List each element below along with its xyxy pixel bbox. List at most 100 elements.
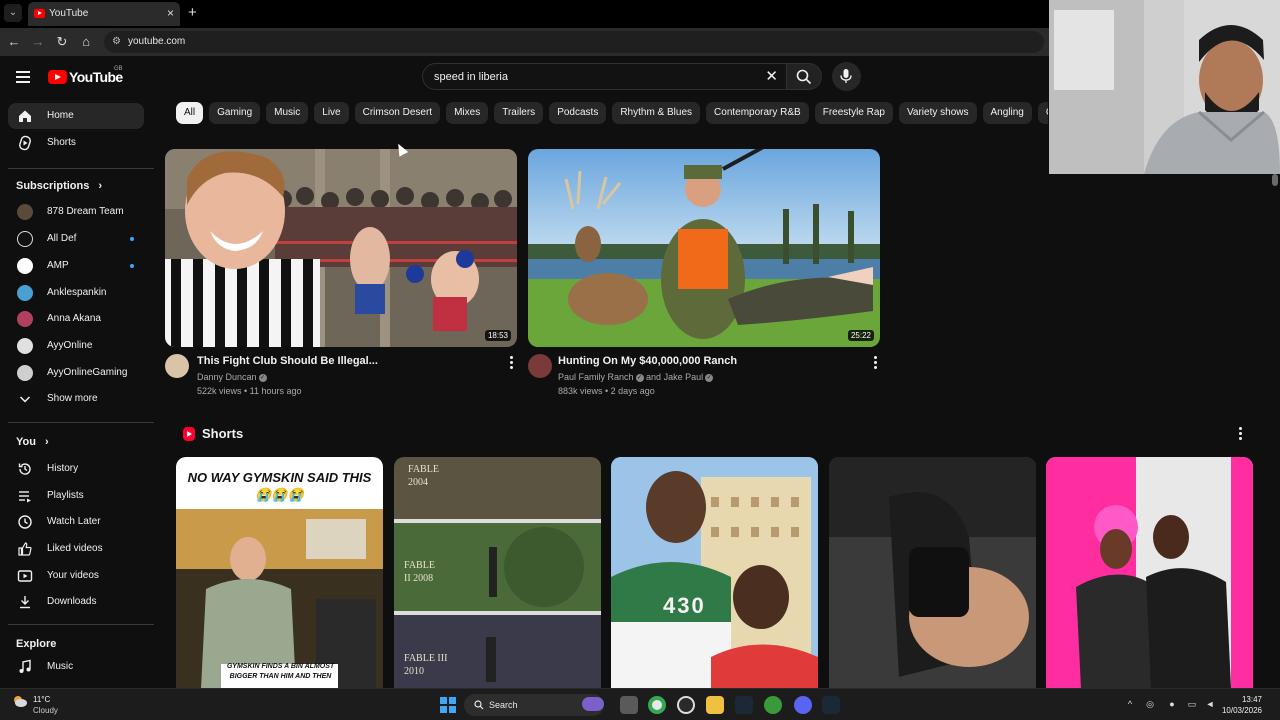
chip-music[interactable]: Music (266, 102, 309, 124)
sidebar-item-downloads[interactable]: Downloads (8, 589, 144, 615)
chrome-icon[interactable] (648, 696, 666, 714)
new-tab-button[interactable]: + (188, 4, 197, 22)
sidebar-item-music[interactable]: Music (8, 654, 144, 680)
channel-avatar[interactable] (165, 354, 189, 378)
short-card[interactable] (1046, 457, 1253, 688)
microphone-tray-icon[interactable]: ● (1166, 699, 1178, 710)
sidebar-item-subscription[interactable]: 878 Dream Team (8, 199, 144, 225)
sidebar-item-subscription[interactable]: Anklespankin (8, 280, 144, 306)
sidebar-item-subscription[interactable]: Anna Akana (8, 306, 144, 332)
collaborator-text: and Jake Paul (646, 372, 704, 382)
sidebar-divider (8, 422, 154, 423)
sidebar-item-subscription[interactable]: AyyOnline (8, 333, 144, 359)
shorts-icon (19, 135, 31, 151)
playlists-icon (19, 491, 31, 503)
thumbnail-image (165, 149, 517, 347)
network-tray-icon[interactable]: ◎ (1144, 699, 1156, 710)
guide-menu-icon[interactable] (16, 70, 32, 84)
short-card[interactable]: NO WAY GYMSKIN SAID THIS 😭😭😭 GYMSKIN FIN… (176, 457, 383, 688)
chip-angling[interactable]: Angling (982, 102, 1032, 124)
sidebar-item-liked-videos[interactable]: Liked videos (8, 536, 144, 562)
microphone-icon (840, 69, 852, 83)
search-highlight-icon[interactable] (582, 697, 604, 711)
more-actions-icon[interactable] (872, 356, 878, 370)
site-info-icon[interactable]: ⚙ (112, 36, 124, 48)
scrollbar-thumb[interactable] (1272, 174, 1278, 186)
chip-podcasts[interactable]: Podcasts (549, 102, 607, 124)
browser-tab-youtube[interactable]: YouTube × (28, 2, 180, 26)
forward-arrow-icon[interactable]: → (30, 34, 46, 50)
short-card[interactable]: FABLE 2004 FABLE II 2008 FABLE III 2010 (394, 457, 601, 688)
video-thumbnail[interactable]: 25:22 (528, 149, 880, 347)
short-card[interactable]: 430 (611, 457, 818, 688)
sidebar-item-subscription[interactable]: AMP (8, 253, 144, 279)
address-bar[interactable]: ⚙ youtube.com (104, 31, 1044, 53)
weather-temperature[interactable]: 11°C (33, 695, 50, 704)
steam-app-icon[interactable] (822, 696, 840, 714)
sidebar-item-subscription[interactable]: All Def (8, 226, 144, 252)
tab-close-button[interactable]: × (167, 6, 174, 20)
chip-rhythm-blues[interactable]: Rhythm & Blues (612, 102, 701, 124)
sidebar-item-watch-later[interactable]: Watch Later (8, 509, 144, 535)
more-actions-icon[interactable] (508, 356, 514, 370)
chip-crimson-desert[interactable]: Crimson Desert (354, 102, 441, 124)
chip-variety-shows[interactable]: Variety shows (898, 102, 977, 124)
show-hidden-icons-icon[interactable]: ^ (1124, 699, 1136, 710)
sidebar-item-label: 878 Dream Team (47, 206, 124, 217)
sidebar-item-subscription[interactable]: AyyOnlineGaming (8, 360, 144, 386)
clear-search-button[interactable]: ✕ (765, 68, 778, 85)
sidebar-item-label: Downloads (47, 596, 97, 607)
home-button-icon[interactable]: ⌂ (78, 34, 94, 50)
show-more-button[interactable]: Show more (8, 386, 144, 412)
page-scrollbar[interactable] (1270, 174, 1280, 688)
chip-partial[interactable]: Co (1037, 102, 1048, 124)
short-card[interactable] (829, 457, 1036, 688)
video-title[interactable]: Hunting On My $40,000,000 Ranch (558, 355, 737, 367)
sidebar-item-playlists[interactable]: Playlists (8, 483, 144, 509)
channel-avatar (17, 231, 33, 247)
sidebar-item-history[interactable]: History (8, 456, 144, 482)
youtube-logo[interactable]: YouTube GB (48, 66, 128, 86)
channel-avatar[interactable] (528, 354, 552, 378)
chip-live[interactable]: Live (314, 102, 349, 124)
sidebar-item-your-videos[interactable]: Your videos (8, 563, 144, 589)
reload-icon[interactable]: ↻ (54, 34, 70, 50)
chip-gaming[interactable]: Gaming (209, 102, 261, 124)
obs-icon[interactable] (677, 696, 695, 714)
video-title[interactable]: This Fight Club Should Be Illegal... (197, 355, 378, 367)
shorts-menu-icon[interactable] (1237, 427, 1243, 441)
search-button[interactable] (786, 63, 822, 90)
search-icon (796, 69, 812, 85)
chip-mixes[interactable]: Mixes (446, 102, 489, 124)
cloudy-weather-icon[interactable] (12, 694, 28, 708)
chip-freestyle-rap[interactable]: Freestyle Rap (814, 102, 893, 124)
chip-contemporary-rnb[interactable]: Contemporary R&B (706, 102, 809, 124)
windows-start-icon[interactable] (440, 697, 456, 713)
discord-icon[interactable] (794, 696, 812, 714)
xbox-icon[interactable] (764, 696, 782, 714)
back-arrow-icon[interactable]: ← (6, 34, 22, 50)
you-heading[interactable]: You › (16, 436, 49, 448)
filter-chip-bar: All Gaming Music Live Crimson Desert Mixes Tra… (176, 102, 1048, 124)
display-tray-icon[interactable]: ▭ (1186, 699, 1198, 710)
tab-search-menu-button[interactable]: ⌄ (4, 4, 22, 22)
taskbar-clock[interactable]: 13:47 10/03/2026 (1222, 694, 1262, 716)
chip-all[interactable]: All (176, 102, 204, 124)
task-view-icon[interactable] (620, 696, 638, 714)
video-thumbnail[interactable]: 18:53 (165, 149, 517, 347)
search-input[interactable] (434, 69, 754, 84)
video-duration: 25:22 (847, 330, 874, 341)
sidebar-item-home[interactable]: Home (8, 103, 144, 129)
voice-search-button[interactable] (832, 62, 861, 91)
sidebar-item-shorts[interactable]: Shorts (8, 130, 144, 156)
subscriptions-heading[interactable]: Subscriptions › (16, 180, 102, 192)
you-title: You (16, 436, 36, 448)
steam-icon[interactable] (735, 696, 753, 714)
channel-name[interactable]: Danny Duncan ✓ (197, 372, 267, 382)
chip-trailers[interactable]: Trailers (494, 102, 544, 124)
url-text[interactable]: youtube.com (128, 36, 185, 47)
weather-condition[interactable]: Cloudy (33, 706, 58, 715)
file-explorer-icon[interactable] (706, 696, 724, 714)
channel-name[interactable]: Paul Family Ranch ✓ and Jake Paul ✓ (558, 372, 714, 382)
volume-icon[interactable]: ◄ (1204, 699, 1216, 710)
